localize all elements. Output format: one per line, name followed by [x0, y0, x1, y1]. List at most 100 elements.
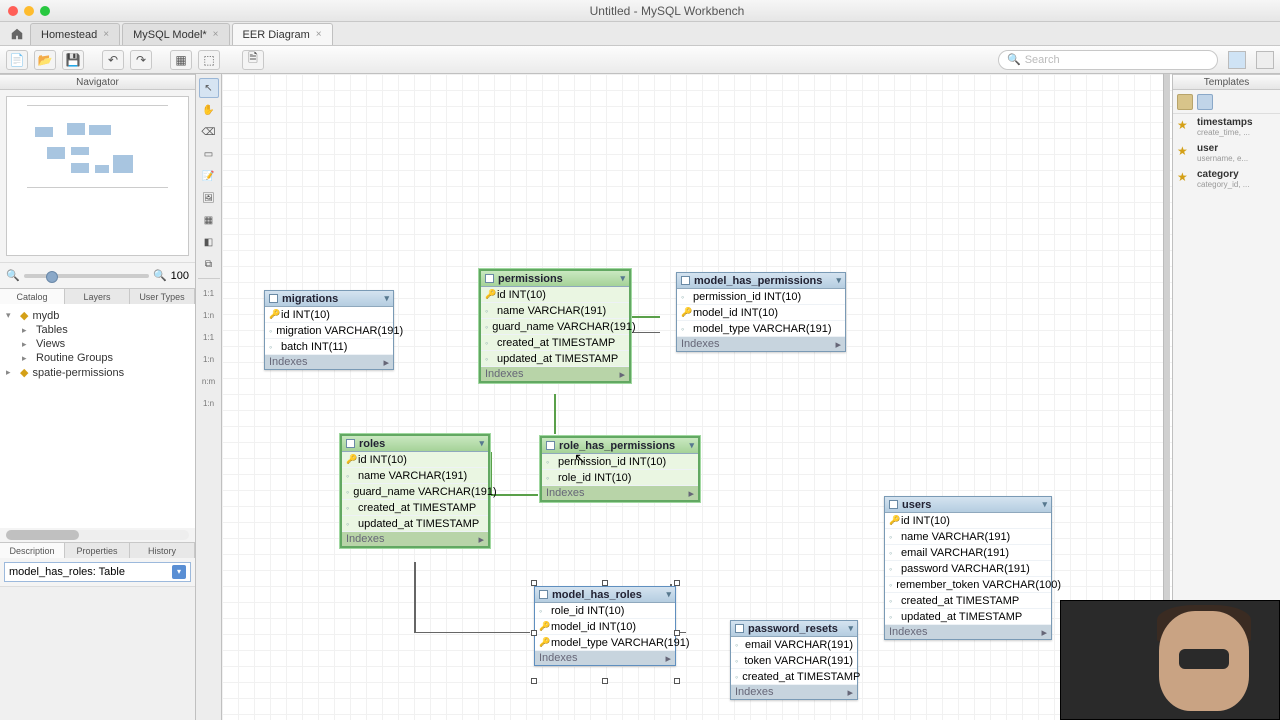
relation-1-ni-tool[interactable]: 1:n	[199, 349, 219, 369]
template-table-icon[interactable]	[1177, 94, 1193, 110]
tree-db-spatie[interactable]: ▸◆spatie-permissions	[2, 365, 193, 380]
template-schema-icon[interactable]	[1197, 94, 1213, 110]
resize-handle[interactable]	[531, 678, 537, 684]
table-model-has-roles[interactable]: model_has_roles▾ ◦role_id INT(10) 🔑model…	[534, 586, 676, 666]
schema-tree[interactable]: ▾◆mydb ▸Tables ▸Views ▸Routine Groups ▸◆…	[0, 304, 195, 394]
indexes-section[interactable]: Indexes▸	[542, 486, 698, 500]
diagram-canvas[interactable]: migrations▾ 🔑id INT(10) ◦migration VARCH…	[222, 74, 1172, 720]
indexes-section[interactable]: Indexes▸	[481, 367, 629, 381]
table-role-has-permissions[interactable]: role_has_permissions▾ ◦permission_id INT…	[540, 436, 700, 502]
relation-1-1i-tool[interactable]: 1:1	[199, 327, 219, 347]
home-tab[interactable]	[4, 23, 30, 45]
chevron-down-icon[interactable]: ▾	[836, 275, 841, 286]
chevron-down-icon[interactable]: ▾	[689, 440, 694, 451]
tree-db-mydb[interactable]: ▾◆mydb	[2, 308, 193, 323]
relation-existing-tool[interactable]: 1:n	[199, 393, 219, 413]
tab-eer-diagram[interactable]: EER Diagram×	[232, 23, 333, 45]
object-selector[interactable]: model_has_roles: Table ▾	[4, 562, 191, 582]
tab-layers[interactable]: Layers	[65, 289, 130, 304]
description-area[interactable]	[0, 586, 195, 720]
minimap[interactable]	[6, 96, 189, 256]
column: 🔑id INT(10)	[342, 452, 488, 468]
image-tool[interactable]: 🖼	[199, 188, 219, 208]
resize-handle[interactable]	[602, 678, 608, 684]
resize-handle[interactable]	[674, 580, 680, 586]
open-file-button[interactable]: 📂	[34, 50, 56, 70]
resize-handle[interactable]	[531, 580, 537, 586]
tab-homestead[interactable]: Homestead×	[30, 23, 120, 45]
star-icon: ★	[1177, 169, 1193, 185]
chevron-down-icon[interactable]: ▾	[1042, 499, 1047, 510]
indexes-section[interactable]: Indexes▸	[265, 355, 393, 369]
table-migrations[interactable]: migrations▾ 🔑id INT(10) ◦migration VARCH…	[264, 290, 394, 370]
close-window[interactable]	[8, 6, 18, 16]
new-file-button[interactable]: 📄	[6, 50, 28, 70]
indexes-section[interactable]: Indexes▸	[731, 685, 857, 699]
grid-toggle-button[interactable]: ▦	[170, 50, 192, 70]
tree-scrollbar[interactable]	[6, 530, 189, 540]
tab-user-types[interactable]: User Types	[130, 289, 195, 304]
view-tool[interactable]: ◧	[199, 232, 219, 252]
table-model-has-permissions[interactable]: model_has_permissions▾ ◦permission_id IN…	[676, 272, 846, 352]
template-timestamps[interactable]: ★timestampscreate_time, ...	[1173, 114, 1280, 140]
zoom-window[interactable]	[40, 6, 50, 16]
routine-tool[interactable]: ⧉	[199, 254, 219, 274]
toggle-right-panel[interactable]	[1256, 51, 1274, 69]
chevron-down-icon[interactable]: ▾	[620, 273, 625, 284]
zoom-slider[interactable]	[24, 274, 149, 278]
table-roles[interactable]: roles▾ 🔑id INT(10) ◦name VARCHAR(191) ◦g…	[340, 434, 490, 548]
eraser-tool[interactable]: ⌫	[199, 122, 219, 142]
table-users[interactable]: users▾ 🔑id INT(10) ◦name VARCHAR(191) ◦e…	[884, 496, 1052, 640]
tab-catalog[interactable]: Catalog	[0, 289, 65, 304]
tab-mysql-model[interactable]: MySQL Model*×	[122, 23, 229, 45]
chevron-down-icon[interactable]: ▾	[384, 293, 389, 304]
close-icon[interactable]: ×	[213, 29, 219, 40]
search-input[interactable]: 🔍 Search	[998, 50, 1218, 70]
indexes-section[interactable]: Indexes▸	[885, 625, 1051, 639]
pointer-tool[interactable]: ↖	[199, 78, 219, 98]
zoom-out-icon[interactable]: 🔍	[6, 269, 20, 282]
tab-properties[interactable]: Properties	[65, 543, 130, 558]
table-permissions[interactable]: permissions▾ 🔑id INT(10) ◦name VARCHAR(1…	[479, 269, 631, 383]
chevron-down-icon[interactable]: ▾	[479, 438, 484, 449]
column: ◦created_at TIMESTAMP	[342, 500, 488, 516]
undo-button[interactable]: ↶	[102, 50, 124, 70]
indexes-section[interactable]: Indexes▸	[535, 651, 675, 665]
relation-1-1-tool[interactable]: 1:1	[199, 283, 219, 303]
table-password-resets[interactable]: password_resets▾ ◦email VARCHAR(191) ◦to…	[730, 620, 858, 700]
hand-tool[interactable]: ✋	[199, 100, 219, 120]
note-tool[interactable]: 📝	[199, 166, 219, 186]
toggle-left-panel[interactable]	[1228, 51, 1246, 69]
chevron-down-icon[interactable]: ▾	[172, 565, 186, 579]
indexes-section[interactable]: Indexes▸	[342, 532, 488, 546]
minimize-window[interactable]	[24, 6, 34, 16]
tab-description[interactable]: Description	[0, 543, 65, 558]
export-button[interactable]: 🗎	[242, 50, 264, 70]
main-toolbar: 📄 📂 💾 ↶ ↷ ▦ ⬚ 🗎 🔍 Search	[0, 46, 1280, 74]
layer-tool[interactable]: ▭	[199, 144, 219, 164]
close-icon[interactable]: ×	[103, 29, 109, 40]
template-category[interactable]: ★categorycategory_id, ...	[1173, 166, 1280, 192]
relation-1-n-tool[interactable]: 1:n	[199, 305, 219, 325]
zoom-in-icon[interactable]: 🔍	[153, 269, 167, 282]
tree-tables[interactable]: ▸Tables	[2, 323, 193, 337]
resize-handle[interactable]	[602, 580, 608, 586]
resize-handle[interactable]	[674, 630, 680, 636]
zoom-control[interactable]: 🔍 🔍 100	[0, 262, 195, 288]
table-tool[interactable]: ▦	[199, 210, 219, 230]
column: 🔑model_type VARCHAR(191)	[535, 635, 675, 651]
align-button[interactable]: ⬚	[198, 50, 220, 70]
chevron-down-icon[interactable]: ▾	[666, 589, 671, 600]
redo-button[interactable]: ↷	[130, 50, 152, 70]
save-button[interactable]: 💾	[62, 50, 84, 70]
resize-handle[interactable]	[531, 630, 537, 636]
template-user[interactable]: ★userusername, e...	[1173, 140, 1280, 166]
chevron-down-icon[interactable]: ▾	[848, 623, 853, 634]
resize-handle[interactable]	[674, 678, 680, 684]
tree-routine-groups[interactable]: ▸Routine Groups	[2, 351, 193, 365]
relation-n-m-tool[interactable]: n:m	[199, 371, 219, 391]
tree-views[interactable]: ▸Views	[2, 337, 193, 351]
close-icon[interactable]: ×	[316, 29, 322, 40]
indexes-section[interactable]: Indexes▸	[677, 337, 845, 351]
tab-history[interactable]: History	[130, 543, 195, 558]
